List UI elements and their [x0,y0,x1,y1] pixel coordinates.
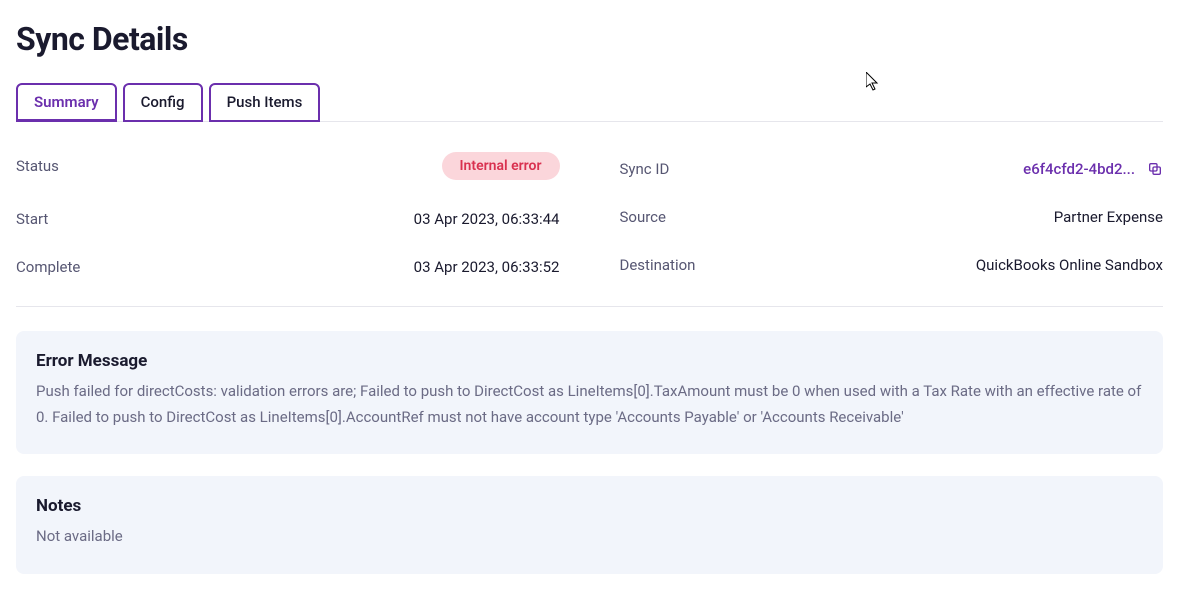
error-panel-title: Error Message [36,351,1143,371]
status-badge: Internal error [442,152,560,180]
notes-panel: Notes Not available [16,476,1163,574]
tab-push-items[interactable]: Push Items [209,83,321,122]
details-grid: Status Internal error Start 03 Apr 2023,… [16,152,1163,307]
row-sync-id: Sync ID e6f4cfd2-4bd2... [620,160,1164,178]
status-label: Status [16,157,59,175]
row-complete: Complete 03 Apr 2023, 06:33:52 [16,258,560,276]
notes-panel-title: Notes [36,496,1143,516]
error-panel-body: Push failed for directCosts: validation … [36,379,1143,430]
notes-panel-body: Not available [36,524,1143,550]
destination-label: Destination [620,256,696,274]
complete-label: Complete [16,258,80,276]
source-label: Source [620,208,666,226]
page-title: Sync Details [16,20,1163,58]
row-start: Start 03 Apr 2023, 06:33:44 [16,210,560,228]
tabs: Summary Config Push Items [16,82,1163,122]
tab-config[interactable]: Config [123,83,203,122]
copy-icon[interactable] [1147,161,1163,177]
row-source: Source Partner Expense [620,208,1164,226]
start-label: Start [16,210,48,228]
error-panel: Error Message Push failed for directCost… [16,331,1163,454]
sync-id-wrap: e6f4cfd2-4bd2... [1023,160,1163,178]
complete-value: 03 Apr 2023, 06:33:52 [414,258,560,276]
source-value: Partner Expense [1054,208,1163,226]
destination-value: QuickBooks Online Sandbox [976,256,1163,274]
tab-summary[interactable]: Summary [16,83,117,122]
start-value: 03 Apr 2023, 06:33:44 [414,210,560,228]
details-left: Status Internal error Start 03 Apr 2023,… [16,152,560,276]
sync-id-label: Sync ID [620,160,670,178]
row-destination: Destination QuickBooks Online Sandbox [620,256,1164,274]
sync-id-value: e6f4cfd2-4bd2... [1023,160,1135,178]
row-status: Status Internal error [16,152,560,180]
details-right: Sync ID e6f4cfd2-4bd2... Source Partner … [620,152,1164,276]
